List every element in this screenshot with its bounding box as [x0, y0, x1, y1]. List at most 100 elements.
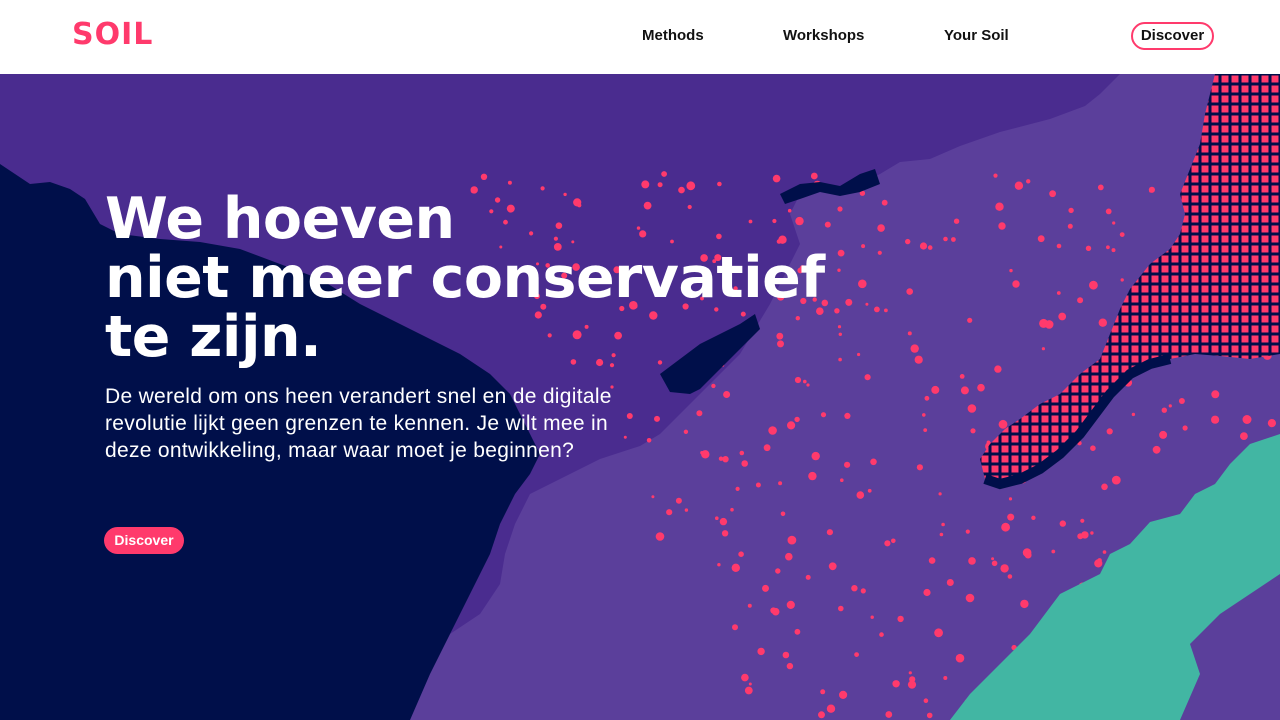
pink-dot: [837, 268, 841, 272]
pink-dot: [806, 383, 810, 387]
pink-dot: [1031, 515, 1036, 520]
headline-line: We hoeven: [105, 186, 455, 252]
pink-dot: [877, 224, 885, 232]
subtext-line: De wereld om ons heen verandert snel en …: [105, 385, 612, 408]
pink-dot: [884, 308, 888, 313]
pink-dot: [826, 529, 834, 536]
pink-dot: [722, 456, 729, 463]
site-header: SOIL Methods Workshops Your Soil Discove…: [0, 0, 1280, 74]
pink-dot: [1014, 181, 1024, 190]
pink-dot: [884, 540, 891, 547]
pink-dot: [675, 497, 682, 504]
pink-dot: [715, 516, 719, 520]
pink-dot: [719, 517, 728, 526]
pink-dot: [1240, 432, 1248, 440]
pink-dot: [820, 412, 827, 418]
pink-dot: [744, 686, 753, 695]
pink-dot: [993, 173, 998, 178]
pink-dot: [1098, 318, 1108, 327]
pink-dot: [914, 355, 923, 364]
pink-dot: [967, 317, 973, 323]
pink-dot: [1080, 518, 1085, 523]
pink-dot: [748, 682, 752, 686]
pink-dot: [786, 662, 794, 670]
pink-dot: [1020, 599, 1029, 609]
pink-dot: [858, 279, 867, 289]
pink-dot: [1049, 190, 1056, 198]
pink-dot: [786, 600, 795, 610]
pink-dot: [1102, 550, 1107, 554]
pink-dot: [794, 376, 802, 384]
pink-dot: [717, 563, 721, 567]
pink-dot: [768, 426, 777, 435]
pink-dot: [881, 199, 888, 206]
pink-dot: [994, 365, 1002, 373]
pink-dot: [870, 458, 877, 466]
nav-workshops[interactable]: Workshops: [783, 26, 864, 46]
pink-dot: [860, 588, 866, 594]
pink-dot: [1159, 430, 1168, 439]
pink-dot: [1106, 245, 1110, 250]
pink-dot: [1112, 221, 1116, 225]
pink-dot: [762, 584, 769, 592]
pink-dot: [1068, 207, 1074, 214]
pink-dot: [998, 222, 1006, 230]
pink-dot: [1009, 268, 1013, 273]
nav-methods[interactable]: Methods: [642, 26, 704, 46]
pink-dot: [1022, 548, 1032, 557]
pink-dot: [1058, 312, 1067, 321]
pink-dot: [1149, 189, 1153, 193]
pink-dot: [861, 244, 866, 249]
pink-dot: [1012, 280, 1020, 288]
pink-dot: [1037, 235, 1045, 243]
pink-dot: [741, 460, 748, 467]
pink-dot: [755, 482, 761, 488]
pink-dot: [857, 352, 861, 357]
pink-dot: [1111, 248, 1116, 253]
pink-dot: [953, 218, 960, 224]
pink-dot: [1039, 318, 1049, 328]
pink-dot: [828, 562, 837, 571]
pink-dot: [1211, 390, 1220, 399]
pink-dot: [924, 395, 930, 401]
pink-dot: [965, 529, 970, 534]
pink-dot: [730, 507, 734, 512]
pink-dot: [738, 551, 744, 557]
nav-your-soil[interactable]: Your Soil: [944, 26, 1009, 46]
nav-discover-button[interactable]: Discover: [1131, 22, 1214, 50]
pink-dot: [794, 628, 801, 635]
pink-dot: [951, 237, 956, 242]
pink-dot: [1105, 208, 1112, 215]
pink-dot: [941, 522, 945, 527]
pink-dot: [919, 242, 928, 250]
pink-dot: [870, 615, 874, 619]
pink-dot: [731, 563, 740, 572]
pink-dot: [1119, 232, 1125, 238]
pink-dot: [1089, 280, 1098, 290]
hero-discover-button[interactable]: Discover: [104, 527, 184, 554]
pink-dot: [1182, 425, 1188, 431]
soil-logo[interactable]: SOIL: [72, 18, 153, 52]
pink-dot: [897, 615, 904, 623]
pink-dot: [723, 391, 731, 398]
pink-dot: [851, 585, 858, 592]
pink-dot: [641, 180, 650, 189]
subtext-line: revolutie lijkt geen grenzen te kennen. …: [105, 412, 608, 435]
pink-dot: [1041, 347, 1045, 351]
pink-dot: [991, 560, 998, 567]
pink-dot: [1106, 428, 1113, 435]
pink-dot: [811, 451, 820, 461]
pink-dot: [877, 250, 882, 255]
pink-dot: [938, 492, 942, 496]
pink-dot: [946, 579, 954, 586]
pink-dot: [834, 308, 840, 314]
pink-dot: [1161, 407, 1168, 413]
pink-dot: [905, 238, 911, 245]
pink-dot: [1007, 513, 1015, 521]
pink-dot: [787, 421, 796, 430]
pink-dot: [1000, 564, 1009, 573]
pink-dot: [1007, 574, 1013, 579]
pink-dot: [854, 652, 859, 657]
pink-dot: [955, 653, 965, 663]
pink-dot: [906, 288, 913, 295]
